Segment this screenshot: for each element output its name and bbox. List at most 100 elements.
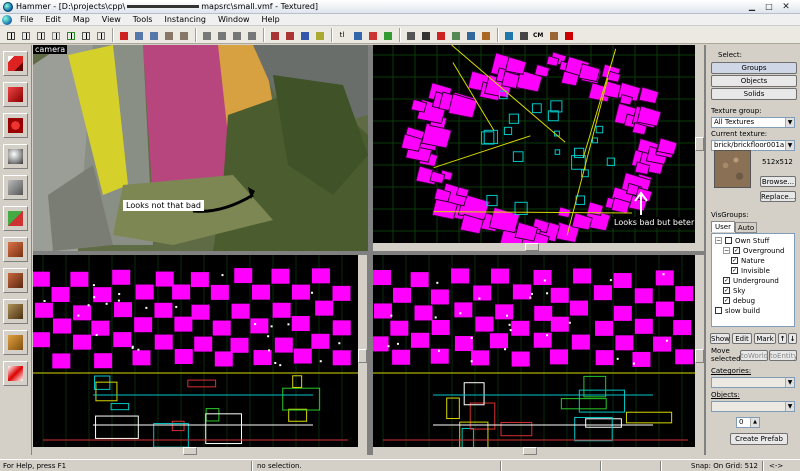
menu-window[interactable]: Window xyxy=(212,15,256,24)
menu-file[interactable]: File xyxy=(14,15,39,24)
grid-dots-icon[interactable] xyxy=(64,29,76,41)
paste-special-icon[interactable] xyxy=(245,29,257,41)
paste-icon[interactable] xyxy=(230,29,242,41)
top-view-vscrollbar[interactable] xyxy=(695,45,704,251)
visgroup-item[interactable]: slow build xyxy=(715,306,760,315)
scroll-thumb[interactable] xyxy=(183,447,197,455)
menu-instancing[interactable]: Instancing xyxy=(158,15,211,24)
transform-icon[interactable] xyxy=(464,29,476,41)
tie-icon[interactable] xyxy=(283,29,295,41)
to-world-button[interactable]: toWorld xyxy=(740,350,768,361)
menu-edit[interactable]: Edit xyxy=(39,15,67,24)
expand-toggle-icon[interactable]: − xyxy=(715,237,722,244)
apply-current-texture-icon[interactable] xyxy=(3,237,28,262)
entity-tool-icon[interactable] xyxy=(3,144,28,169)
edit-button[interactable]: Edit xyxy=(732,333,752,344)
groups-button[interactable]: Groups xyxy=(711,62,797,74)
browse-button[interactable]: Browse... xyxy=(760,176,796,187)
visgroup-checkbox[interactable] xyxy=(725,237,732,244)
show-button[interactable]: Show xyxy=(710,333,730,344)
texture-group-select[interactable]: All Textures ▼ xyxy=(711,117,795,128)
visgroup-item[interactable]: ✓ Nature xyxy=(731,256,765,265)
hammer-app-icon[interactable] xyxy=(3,2,13,12)
uv-lock-icon[interactable] xyxy=(502,29,514,41)
camera-tool-icon[interactable] xyxy=(3,113,28,138)
side-view-vscrollbar[interactable] xyxy=(695,255,704,455)
objects-button[interactable]: Objects xyxy=(711,75,797,87)
menu-view[interactable]: View xyxy=(96,15,127,24)
categories-select[interactable]: ▼ xyxy=(711,377,795,388)
move-up-button[interactable]: ↑ xyxy=(778,333,787,344)
texture-preview[interactable] xyxy=(714,150,751,188)
hollow-icon[interactable] xyxy=(268,29,280,41)
visgroup-checkbox[interactable]: ✓ xyxy=(723,277,730,284)
cut-icon[interactable] xyxy=(200,29,212,41)
carve-icon[interactable] xyxy=(117,29,129,41)
objects-select[interactable]: ▼ xyxy=(711,401,795,412)
run-map-icon[interactable] xyxy=(381,29,393,41)
texture-lock-icon[interactable] xyxy=(479,29,491,41)
scroll-thumb[interactable] xyxy=(525,243,539,251)
side-view-hscrollbar[interactable] xyxy=(373,447,695,455)
top-viewport[interactable]: Looks bad but beter xyxy=(373,45,695,243)
visgroup-checkbox[interactable]: ✓ xyxy=(723,287,730,294)
top-view-hscrollbar[interactable] xyxy=(373,243,695,251)
camera-viewport[interactable]: camera Looks not that bad xyxy=(33,45,368,251)
grid3d-icon[interactable] xyxy=(49,29,61,41)
chevron-down-icon[interactable]: ▼ xyxy=(785,141,794,150)
cordon-icon[interactable] xyxy=(313,29,325,41)
grid-larger-icon[interactable] xyxy=(34,29,46,41)
magnify-tool-icon[interactable] xyxy=(3,82,28,107)
visgroup-checkbox[interactable]: ✓ xyxy=(733,247,740,254)
to-entity-button[interactable]: toEntity xyxy=(769,350,797,361)
vm-icon[interactable] xyxy=(517,29,529,41)
unhide-icon[interactable] xyxy=(177,29,189,41)
count-spinner[interactable]: 0 ▲ xyxy=(736,417,760,428)
front-view-hscrollbar[interactable] xyxy=(33,447,358,455)
solids-button[interactable]: Solids xyxy=(711,88,797,100)
copy-icon[interactable] xyxy=(215,29,227,41)
menu-map[interactable]: Map xyxy=(67,15,96,24)
create-prefab-button[interactable]: Create Prefab xyxy=(730,433,788,445)
scroll-thumb[interactable] xyxy=(695,137,704,151)
scroll-thumb[interactable] xyxy=(695,349,704,363)
decal-tool-icon[interactable] xyxy=(3,268,28,293)
move-down-button[interactable]: ↓ xyxy=(788,333,797,344)
visgroup-checkbox[interactable]: ✓ xyxy=(731,257,738,264)
minimize-icon[interactable]: ▁ xyxy=(745,1,759,12)
menu-tools[interactable]: Tools xyxy=(127,15,159,24)
move-to-world-icon[interactable] xyxy=(298,29,310,41)
tile-icon[interactable] xyxy=(547,29,559,41)
ungroup-icon[interactable] xyxy=(147,29,159,41)
flag-icon[interactable] xyxy=(434,29,446,41)
replace-button[interactable]: Replace... xyxy=(760,191,796,202)
scroll-thumb[interactable] xyxy=(358,349,367,363)
block-tool-icon[interactable] xyxy=(3,175,28,200)
visgroup-item[interactable]: ✓ Sky xyxy=(723,286,745,295)
tools-text-icon[interactable]: tl xyxy=(336,29,348,41)
clipping-tool-icon[interactable] xyxy=(3,330,28,355)
menu-help[interactable]: Help xyxy=(256,15,286,24)
grid-snap-icon[interactable] xyxy=(94,29,106,41)
front-view-vscrollbar[interactable] xyxy=(358,255,367,455)
zoom-icon[interactable] xyxy=(404,29,416,41)
chevron-down-icon[interactable]: ▼ xyxy=(785,378,794,387)
check-icon[interactable] xyxy=(366,29,378,41)
cm-icon[interactable]: CM xyxy=(532,29,544,41)
group-icon[interactable] xyxy=(132,29,144,41)
visgroup-item[interactable]: − ✓ Overground xyxy=(723,246,784,255)
run-icon[interactable] xyxy=(562,29,574,41)
document-icon[interactable] xyxy=(2,14,12,25)
scroll-thumb[interactable] xyxy=(523,447,537,455)
visgroup-item[interactable]: − Own Stuff xyxy=(715,236,769,245)
side-viewport[interactable] xyxy=(373,255,695,447)
align-icon[interactable] xyxy=(449,29,461,41)
visgroup-checkbox[interactable] xyxy=(715,307,722,314)
visgroup-checkbox[interactable]: ✓ xyxy=(723,297,730,304)
grid-icon[interactable] xyxy=(4,29,16,41)
tab-user[interactable]: User xyxy=(711,221,735,232)
grid-smaller-icon[interactable] xyxy=(19,29,31,41)
visgroup-item[interactable]: ✓ Invisible xyxy=(731,266,770,275)
front-viewport[interactable] xyxy=(33,255,358,447)
visgroup-item[interactable]: ✓ Underground xyxy=(723,276,779,285)
